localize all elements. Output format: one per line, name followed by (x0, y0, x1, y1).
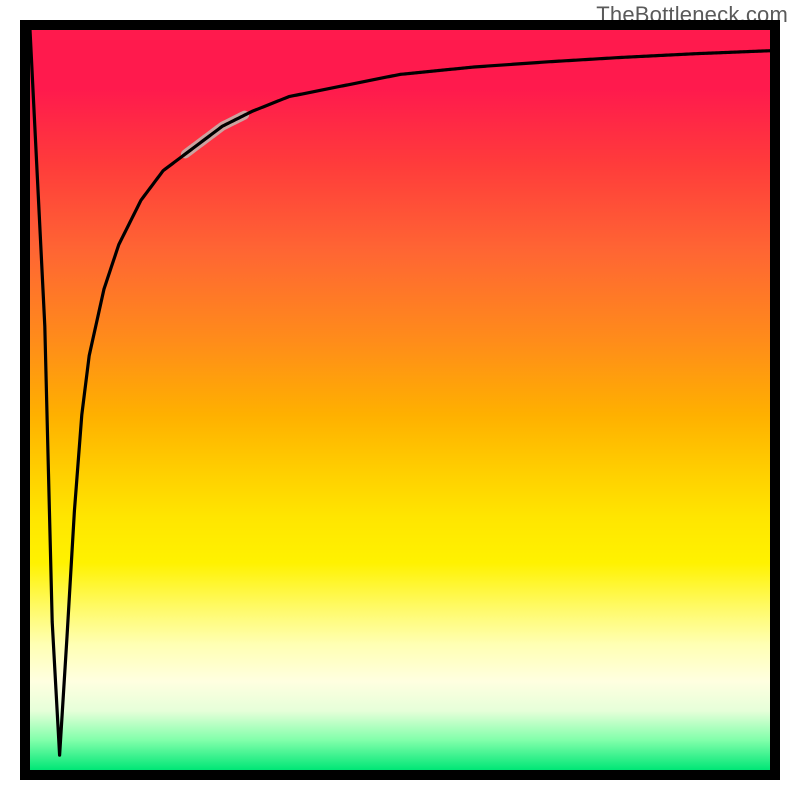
bottleneck-curve-path (30, 30, 770, 755)
chart-container: TheBottleneck.com (0, 0, 800, 800)
curve-layer (30, 30, 770, 770)
plot-area (20, 20, 780, 780)
